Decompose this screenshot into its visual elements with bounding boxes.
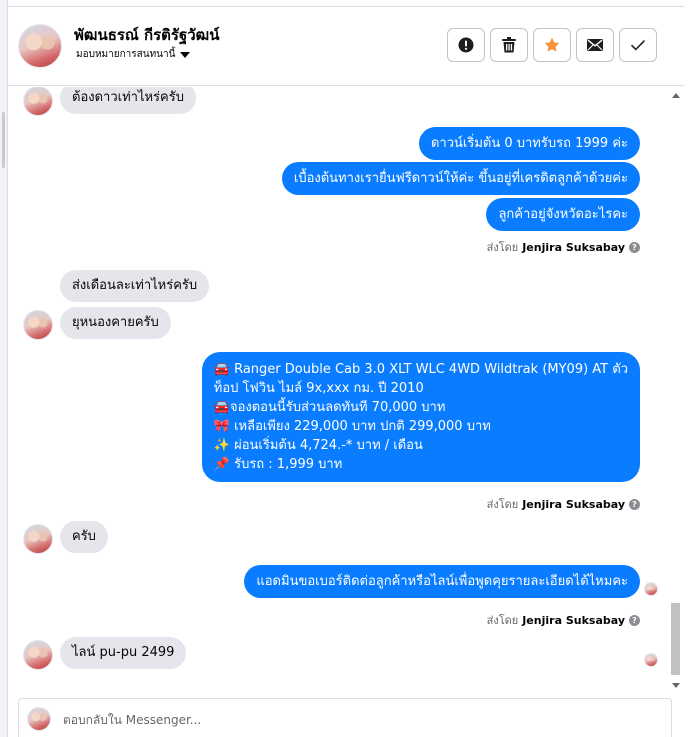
delete-button[interactable] [490,28,528,62]
header-actions [447,28,657,62]
left-panel-edge [0,0,8,737]
help-icon[interactable]: ? [629,614,640,626]
sent-by-prefix: ส่งโดย [486,498,519,511]
scroll-down-arrow-icon[interactable] [672,683,680,688]
listing-line: ✨ ผ่อนเริ่มต้น 4,724.-* บาท / เดือน [213,438,423,453]
contact-message-avatar [23,87,53,116]
seen-avatar [644,653,658,667]
listing-line: 🚘จองตอนนี้รับส่วนลดทันที 70,000 บาท [213,400,446,415]
outgoing-message[interactable]: เบื้องต้นทางเรายื่นฟรีดาวน์ให้ค่ะ ขึ้นอย… [281,162,640,195]
incoming-message[interactable]: ต้องดาวเท่าไหร่ครับ [60,87,196,114]
left-scroll-indicator [2,112,5,168]
scroll-up-arrow-icon[interactable] [672,93,680,98]
sent-by-prefix: ส่งโดย [486,241,519,254]
listing-line: ท็อป โฟวิน ไมล์ 9x,xxx กม. ปี 2010 [213,381,424,396]
help-icon[interactable]: ? [629,498,640,510]
assign-conversation-dropdown[interactable]: มอบหมายการสนทนานี้ [76,47,191,62]
help-icon[interactable]: ? [629,241,640,253]
scrollbar-thumb[interactable] [671,603,680,675]
contact-name[interactable]: พัฒนธรณ์ กีรติรัฐวัฒน์ [74,23,219,47]
sent-by-agent: Jenjira Suksabay [522,240,625,254]
contact-message-avatar [23,310,53,340]
mark-done-button[interactable] [619,28,657,62]
contact-message-avatar [23,640,53,670]
contact-avatar[interactable] [18,24,62,68]
incoming-message[interactable]: ยุหนองคายครับ [60,307,171,339]
outgoing-message[interactable]: ลูกค้าอยู่จังหวัดอะไรคะ [486,198,640,231]
alert-circle-icon [458,37,474,53]
incoming-message[interactable]: ครับ [60,521,108,553]
conversation-header: พัฒนธรณ์ กีรติรัฐวัฒน์ มอบหมายการสนทนานี… [8,7,684,86]
sent-by-label: ส่งโดย Jenjira Suksabay ? [487,238,640,256]
star-button[interactable] [533,28,571,62]
outgoing-message-listing[interactable]: 🚘 Ranger Double Cab 3.0 XLT WLC 4WD Wild… [201,352,640,482]
sent-by-label: ส่งโดย Jenjira Suksabay ? [487,611,640,629]
listing-line: 📌 รับรถ : 1,999 บาท [213,457,343,472]
check-icon [630,40,646,51]
sent-by-agent: Jenjira Suksabay [522,613,625,627]
star-icon [544,37,560,52]
outgoing-message[interactable]: ดาวน์เริ่มต้น 0 บาทรับรถ 1999 ค่ะ [418,127,640,160]
conversation-panel: พัฒนธรณ์ กีรติรัฐวัฒน์ มอบหมายการสนทนานี… [8,6,684,737]
message-list[interactable]: ต้องดาวเท่าไหร่ครับ ดาวน์เริ่มต้น 0 บาทร… [8,87,684,697]
assign-label: มอบหมายการสนทนานี้ [76,49,176,60]
incoming-message[interactable]: ไลน์ pu-pu 2499 [60,637,187,669]
envelope-icon [587,39,603,51]
mark-unread-button[interactable] [576,28,614,62]
sent-by-prefix: ส่งโดย [486,614,519,627]
outgoing-message[interactable]: แอดมินขอเบอร์ติดต่อลูกค้าหรือไลน์เพื่อพู… [244,565,640,598]
page-avatar [27,707,51,731]
sent-by-label: ส่งโดย Jenjira Suksabay ? [487,495,640,513]
seen-avatar [644,582,658,596]
listing-line: 🚘 Ranger Double Cab 3.0 XLT WLC 4WD Wild… [213,362,628,377]
chevron-down-icon [180,51,191,58]
incoming-message[interactable]: ส่งเดือนละเท่าไหร่ครับ [60,270,210,302]
reply-composer [18,698,672,737]
report-button[interactable] [447,28,485,62]
contact-message-avatar [23,524,53,554]
sent-by-agent: Jenjira Suksabay [522,497,625,511]
reply-input[interactable] [63,709,653,731]
listing-line: 🎀 เหลือเพียง 229,000 บาท ปกติ 299,000 บา… [213,419,491,434]
trash-icon [502,37,516,53]
